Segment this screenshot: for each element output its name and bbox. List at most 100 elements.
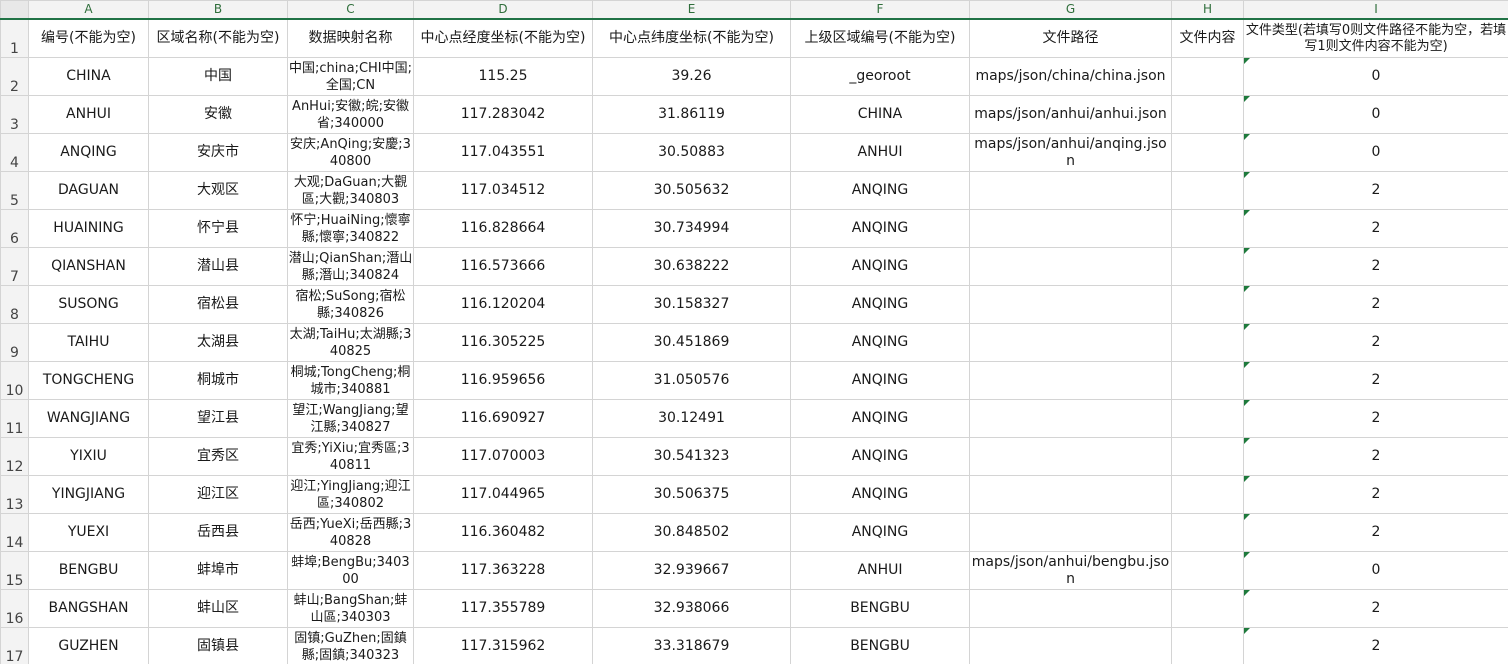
cell-id[interactable]: HUAINING xyxy=(28,209,149,248)
column-header-f[interactable]: F xyxy=(790,0,970,20)
cell-latitude[interactable]: 33.318679 xyxy=(592,627,791,664)
cell-file-path[interactable] xyxy=(969,323,1172,362)
row-header[interactable]: 13 xyxy=(0,475,29,514)
header-cell-file-path[interactable]: 文件路径 xyxy=(969,18,1172,58)
cell-region-name[interactable]: 潜山县 xyxy=(148,247,288,286)
row-header[interactable]: 15 xyxy=(0,551,29,590)
header-cell-mapping-name[interactable]: 数据映射名称 xyxy=(287,18,414,58)
cell-file-content[interactable] xyxy=(1171,361,1244,400)
cell-parent-id[interactable]: ANQING xyxy=(790,399,970,438)
cell-parent-id[interactable]: _georoot xyxy=(790,57,970,96)
cell-id[interactable]: BENGBU xyxy=(28,551,149,590)
cell-mapping-name[interactable]: 安庆;AnQing;安慶;340800 xyxy=(287,133,414,172)
cell-file-path[interactable] xyxy=(969,247,1172,286)
cell-file-type[interactable]: 0 xyxy=(1243,57,1508,96)
cell-id[interactable]: CHINA xyxy=(28,57,149,96)
cell-file-path[interactable] xyxy=(969,399,1172,438)
cell-region-name[interactable]: 岳西县 xyxy=(148,513,288,552)
header-cell-region-name[interactable]: 区域名称(不能为空) xyxy=(148,18,288,58)
row-header[interactable]: 10 xyxy=(0,361,29,400)
cell-mapping-name[interactable]: 大观;DaGuan;大觀區;大觀;340803 xyxy=(287,171,414,210)
cell-region-name[interactable]: 迎江区 xyxy=(148,475,288,514)
cell-file-path[interactable]: maps/json/anhui/anqing.json xyxy=(969,133,1172,172)
cell-file-type[interactable]: 2 xyxy=(1243,437,1508,476)
cell-longitude[interactable]: 116.828664 xyxy=(413,209,593,248)
cell-mapping-name[interactable]: 潜山;QianShan;潛山縣;潛山;340824 xyxy=(287,247,414,286)
cell-file-path[interactable] xyxy=(969,209,1172,248)
cell-latitude[interactable]: 30.638222 xyxy=(592,247,791,286)
cell-parent-id[interactable]: ANQING xyxy=(790,437,970,476)
cell-file-content[interactable] xyxy=(1171,133,1244,172)
cell-mapping-name[interactable]: 迎江;YingJiang;迎江區;340802 xyxy=(287,475,414,514)
header-cell-file-type[interactable]: 文件类型(若填写0则文件路径不能为空，若填写1则文件内容不能为空) xyxy=(1243,18,1508,58)
cell-parent-id[interactable]: ANQING xyxy=(790,171,970,210)
cell-mapping-name[interactable]: AnHui;安徽;皖;安徽省;340000 xyxy=(287,95,414,134)
column-header-c[interactable]: C xyxy=(287,0,414,20)
cell-file-path[interactable]: maps/json/anhui/bengbu.json xyxy=(969,551,1172,590)
cell-file-type[interactable]: 2 xyxy=(1243,589,1508,628)
cell-longitude[interactable]: 117.283042 xyxy=(413,95,593,134)
select-all-corner[interactable] xyxy=(0,0,29,20)
column-header-h[interactable]: H xyxy=(1171,0,1244,20)
cell-parent-id[interactable]: ANQING xyxy=(790,361,970,400)
cell-mapping-name[interactable]: 宜秀;YiXiu;宜秀區;340811 xyxy=(287,437,414,476)
cell-region-name[interactable]: 安庆市 xyxy=(148,133,288,172)
cell-longitude[interactable]: 116.120204 xyxy=(413,285,593,324)
header-cell-parent-id[interactable]: 上级区域编号(不能为空) xyxy=(790,18,970,58)
row-header[interactable]: 11 xyxy=(0,399,29,438)
cell-file-path[interactable] xyxy=(969,589,1172,628)
cell-id[interactable]: QIANSHAN xyxy=(28,247,149,286)
cell-file-content[interactable] xyxy=(1171,589,1244,628)
cell-latitude[interactable]: 39.26 xyxy=(592,57,791,96)
cell-file-content[interactable] xyxy=(1171,551,1244,590)
cell-longitude[interactable]: 116.305225 xyxy=(413,323,593,362)
cell-region-name[interactable]: 安徽 xyxy=(148,95,288,134)
cell-file-type[interactable]: 0 xyxy=(1243,95,1508,134)
cell-region-name[interactable]: 怀宁县 xyxy=(148,209,288,248)
row-header[interactable]: 12 xyxy=(0,437,29,476)
cell-latitude[interactable]: 30.12491 xyxy=(592,399,791,438)
cell-file-type[interactable]: 2 xyxy=(1243,323,1508,362)
cell-file-content[interactable] xyxy=(1171,437,1244,476)
cell-region-name[interactable]: 蚌埠市 xyxy=(148,551,288,590)
cell-mapping-name[interactable]: 太湖;TaiHu;太湖縣;340825 xyxy=(287,323,414,362)
cell-parent-id[interactable]: ANQING xyxy=(790,209,970,248)
row-header[interactable]: 9 xyxy=(0,323,29,362)
column-header-a[interactable]: A xyxy=(28,0,149,20)
cell-file-type[interactable]: 2 xyxy=(1243,209,1508,248)
row-header[interactable]: 2 xyxy=(0,57,29,96)
header-cell-id[interactable]: 编号(不能为空) xyxy=(28,18,149,58)
cell-latitude[interactable]: 31.86119 xyxy=(592,95,791,134)
row-header[interactable]: 17 xyxy=(0,627,29,664)
cell-id[interactable]: YINGJIANG xyxy=(28,475,149,514)
cell-file-content[interactable] xyxy=(1171,627,1244,664)
cell-file-path[interactable] xyxy=(969,285,1172,324)
cell-latitude[interactable]: 30.506375 xyxy=(592,475,791,514)
cell-region-name[interactable]: 桐城市 xyxy=(148,361,288,400)
cell-parent-id[interactable]: ANHUI xyxy=(790,133,970,172)
cell-parent-id[interactable]: ANQING xyxy=(790,323,970,362)
cell-parent-id[interactable]: ANQING xyxy=(790,285,970,324)
cell-mapping-name[interactable]: 怀宁;HuaiNing;懷寧縣;懷寧;340822 xyxy=(287,209,414,248)
cell-region-name[interactable]: 望江县 xyxy=(148,399,288,438)
row-header[interactable]: 8 xyxy=(0,285,29,324)
cell-longitude[interactable]: 117.355789 xyxy=(413,589,593,628)
cell-latitude[interactable]: 32.938066 xyxy=(592,589,791,628)
cell-mapping-name[interactable]: 望江;WangJiang;望江縣;340827 xyxy=(287,399,414,438)
cell-id[interactable]: TAIHU xyxy=(28,323,149,362)
cell-region-name[interactable]: 蚌山区 xyxy=(148,589,288,628)
cell-latitude[interactable]: 30.50883 xyxy=(592,133,791,172)
cell-mapping-name[interactable]: 桐城;TongCheng;桐城市;340881 xyxy=(287,361,414,400)
cell-region-name[interactable]: 宿松县 xyxy=(148,285,288,324)
cell-file-path[interactable] xyxy=(969,513,1172,552)
cell-id[interactable]: GUZHEN xyxy=(28,627,149,664)
row-header[interactable]: 6 xyxy=(0,209,29,248)
cell-region-name[interactable]: 中国 xyxy=(148,57,288,96)
cell-parent-id[interactable]: ANQING xyxy=(790,475,970,514)
row-header[interactable]: 16 xyxy=(0,589,29,628)
cell-longitude[interactable]: 116.573666 xyxy=(413,247,593,286)
cell-file-content[interactable] xyxy=(1171,513,1244,552)
cell-id[interactable]: WANGJIANG xyxy=(28,399,149,438)
cell-file-content[interactable] xyxy=(1171,95,1244,134)
cell-latitude[interactable]: 30.734994 xyxy=(592,209,791,248)
